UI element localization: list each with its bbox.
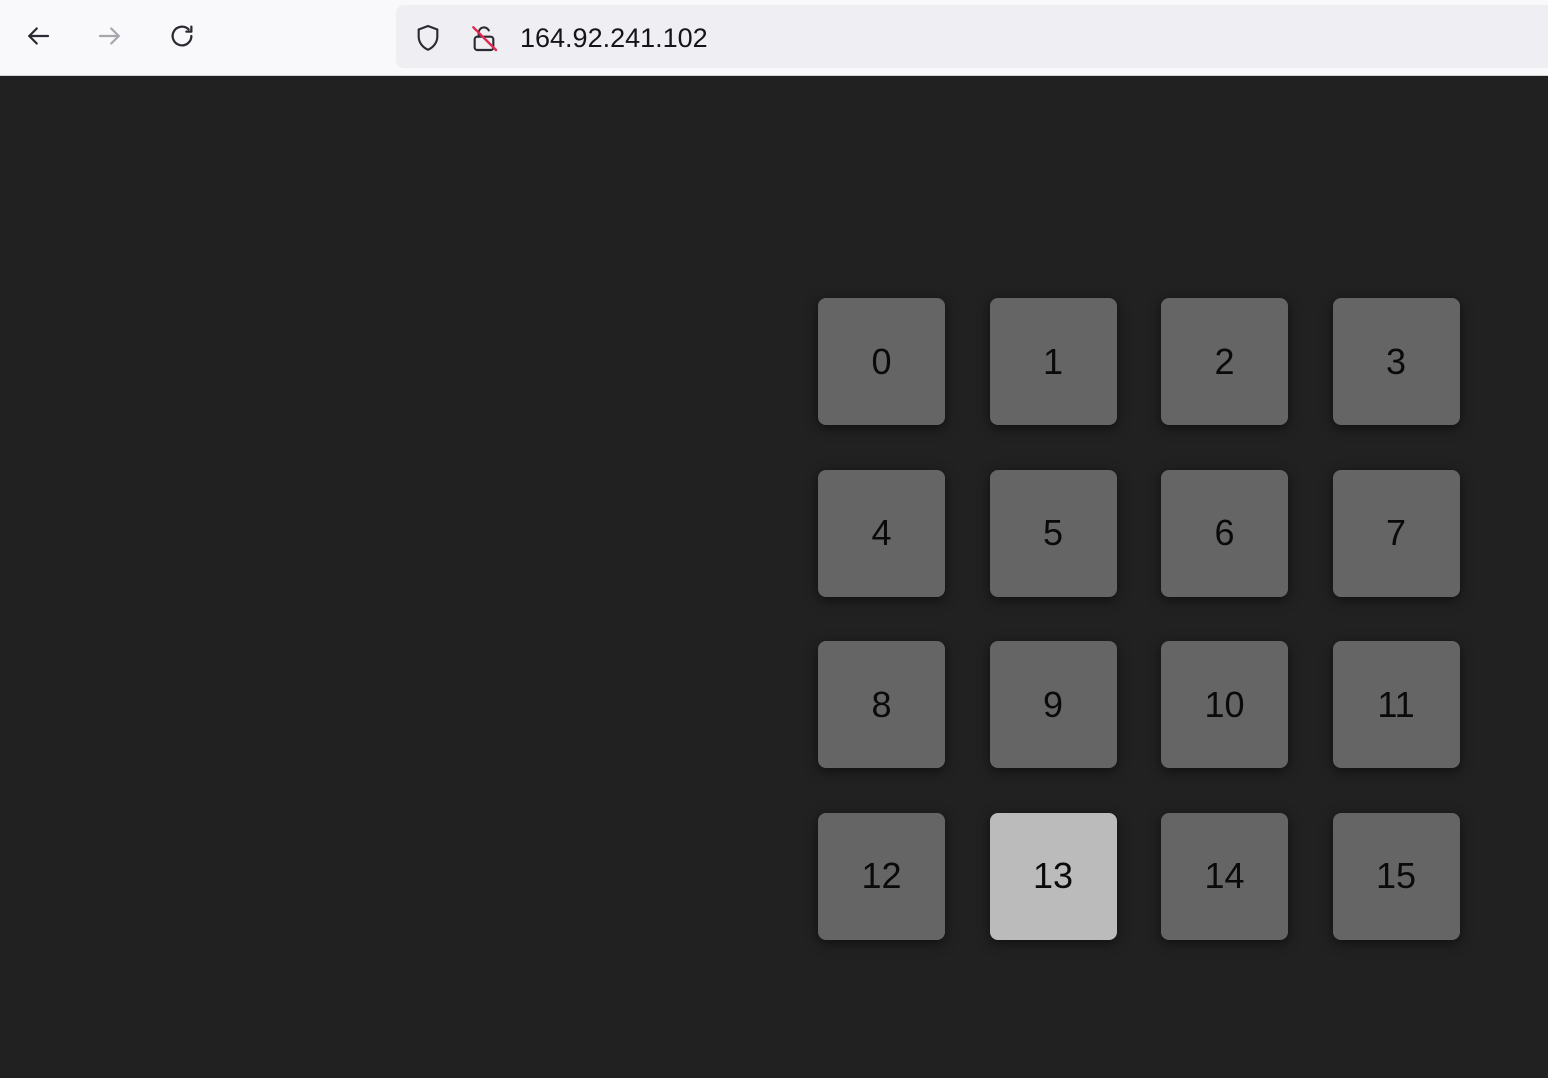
tile-button[interactable]: 2 — [1161, 298, 1288, 425]
arrow-left-icon — [28, 27, 50, 45]
page-content: 0 1 2 3 4 5 6 7 8 9 10 11 12 13 14 15 — [0, 77, 1548, 1078]
tile-button[interactable]: 4 — [818, 469, 945, 597]
tile-button[interactable]: 12 — [818, 812, 945, 940]
tile-button[interactable]: 11 — [1332, 641, 1460, 768]
tile-button[interactable]: 7 — [1332, 469, 1460, 597]
url-bar[interactable]: 164.92.241.102 — [396, 5, 1548, 68]
tile-button[interactable]: 1 — [989, 298, 1117, 425]
back-button[interactable] — [16, 14, 60, 58]
tile-button[interactable]: 6 — [1161, 469, 1288, 597]
tile-button[interactable]: 9 — [989, 641, 1117, 768]
forward-button[interactable] — [88, 14, 132, 58]
reload-button[interactable] — [160, 14, 204, 58]
tile-button[interactable]: 15 — [1332, 812, 1460, 940]
tile-button[interactable]: 3 — [1332, 298, 1460, 425]
insecure-lock-icon[interactable] — [468, 22, 500, 54]
arrow-right-icon — [98, 27, 120, 45]
browser-toolbar: 164.92.241.102 — [0, 0, 1548, 76]
tile-button[interactable]: 5 — [989, 469, 1117, 597]
url-text[interactable]: 164.92.241.102 — [520, 23, 708, 53]
tile-grid: 0 1 2 3 4 5 6 7 8 9 10 11 12 13 14 15 — [818, 298, 1460, 940]
tile-button[interactable]: 0 — [818, 298, 945, 425]
reload-icon — [171, 25, 193, 47]
tile-button[interactable]: 10 — [1161, 641, 1288, 768]
tile-button-highlighted[interactable]: 13 — [989, 812, 1117, 940]
tile-button[interactable]: 8 — [818, 641, 945, 768]
tile-button[interactable]: 14 — [1161, 812, 1288, 940]
shield-icon[interactable] — [412, 22, 444, 54]
